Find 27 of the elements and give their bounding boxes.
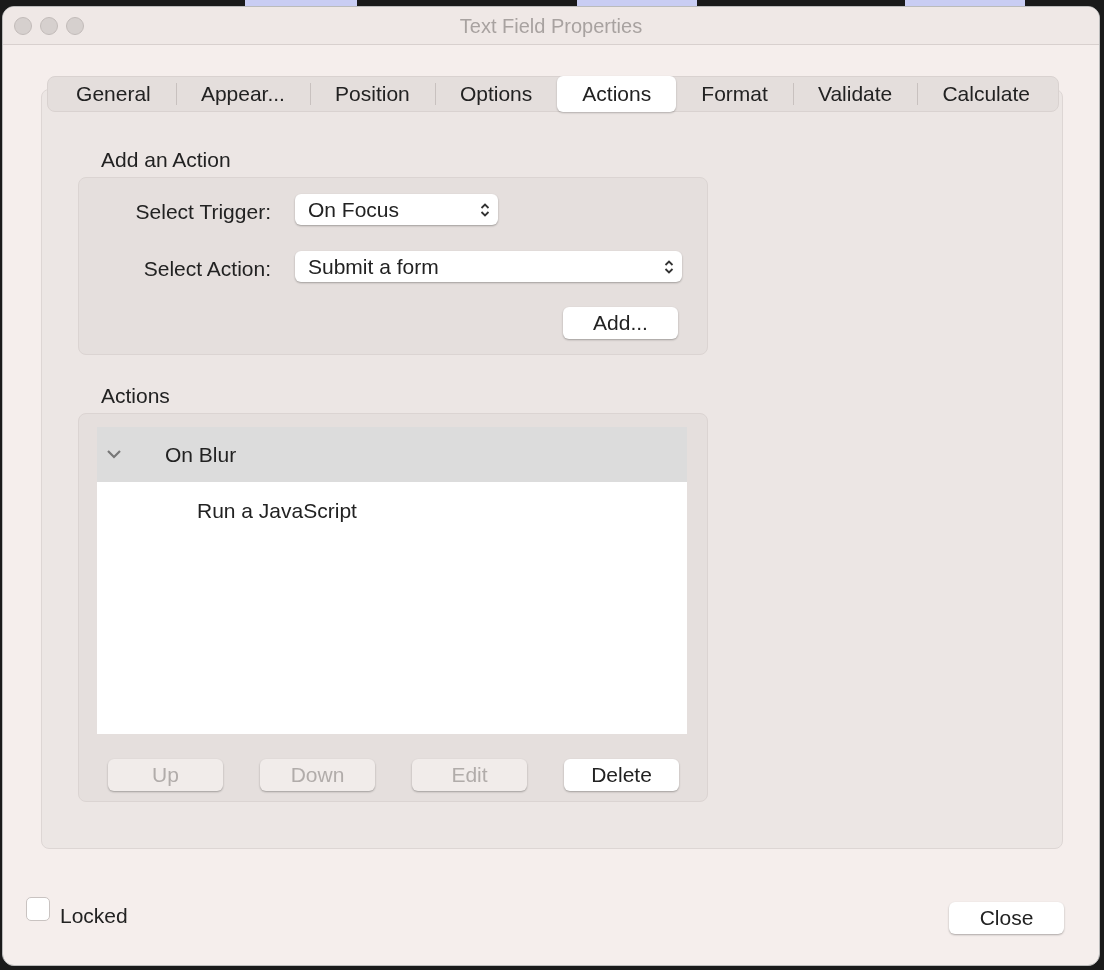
- stepper-icon: [480, 201, 490, 218]
- tree-row[interactable]: Run a JavaScript: [97, 482, 687, 540]
- section-heading: Actions: [101, 383, 170, 409]
- close-window-icon[interactable]: [14, 17, 32, 35]
- tab[interactable]: Actions: [557, 76, 677, 112]
- window-title: Text Field Properties: [459, 13, 643, 39]
- tree-row[interactable]: On Blur: [97, 427, 687, 482]
- action-button[interactable]: Delete: [564, 759, 679, 791]
- minimize-window-icon[interactable]: [40, 17, 58, 35]
- dropdown[interactable]: Submit a form: [295, 251, 682, 282]
- tab[interactable]: Validate: [792, 76, 918, 112]
- tab[interactable]: Position: [310, 76, 435, 112]
- dropdown[interactable]: On Focus: [295, 194, 498, 225]
- zoom-window-icon[interactable]: [66, 17, 84, 35]
- add-button[interactable]: Add...: [563, 307, 678, 339]
- tab[interactable]: General: [51, 76, 176, 112]
- stepper-icon: [664, 258, 674, 275]
- field-label: Select Trigger:: [134, 199, 271, 225]
- close-button[interactable]: Close: [949, 902, 1064, 934]
- section-heading: Add an Action: [101, 147, 231, 173]
- field-label: Select Action:: [142, 256, 271, 282]
- tab[interactable]: Calculate: [917, 76, 1056, 112]
- tab[interactable]: Format: [676, 76, 793, 112]
- locked-checkbox[interactable]: [26, 897, 50, 921]
- tab[interactable]: Appear...: [175, 76, 310, 112]
- tab[interactable]: Options: [434, 76, 558, 112]
- checkbox-label: Locked: [60, 903, 128, 929]
